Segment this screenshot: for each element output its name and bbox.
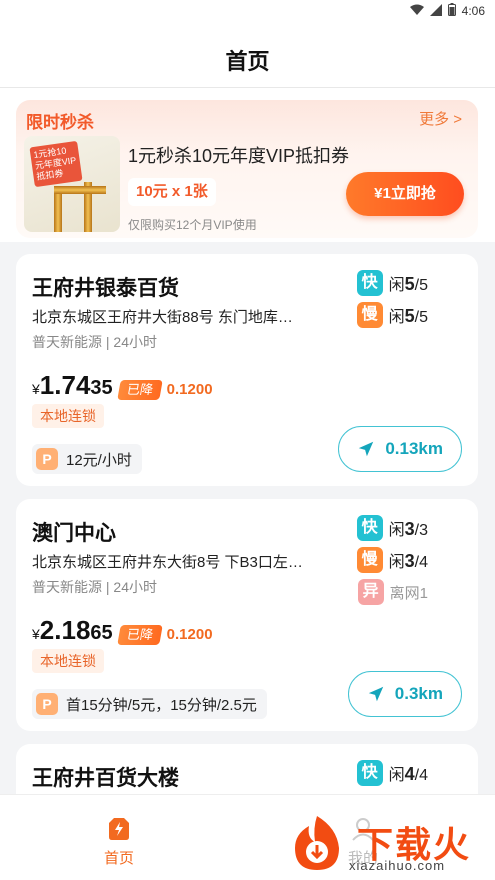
price-drop-badge: 已降 [116,625,163,645]
station-price: ¥ 1.74 35 已降 0.1200 [32,370,213,400]
chain-tag: 本地连锁 [32,404,104,428]
slow-charger-status: 慢 闲5/5 [356,302,428,328]
status-time: 4:06 [461,4,485,18]
station-card[interactable]: 澳门中心 北京东城区王府井东大街8号 下B3口左… 普天新能源 | 24小时 快… [16,499,478,731]
parking-icon: P [36,448,58,470]
parking-fee: P 12元/小时 [32,444,142,474]
station-price: ¥ 2.18 65 已降 0.1200 [32,615,213,645]
lightning-icon [105,815,133,843]
offline-badge: 异 [357,579,384,605]
station-address: 北京东城区王府井东大街8号 下B3口左… [32,554,303,571]
page-title: 首页 [225,49,270,74]
offline-charger-status: 异 离网1 [357,579,428,605]
navigate-button[interactable]: 0.3km [347,671,462,717]
fast-charger-status: 快 闲4/4 [356,760,428,786]
fast-badge: 快 [356,760,383,786]
fast-charger-status: 快 闲3/3 [356,515,428,541]
signal-icon [429,3,442,19]
slow-charger-status: 慢 闲3/4 [356,547,428,573]
parking-icon: P [36,693,58,715]
station-operator: 普天新能源 | 24小时 [32,334,157,350]
battery-icon [447,3,456,19]
coupon-image: 1元抢10元年度VIP抵扣券 [24,136,120,232]
price-drop-value: 0.1200 [166,626,213,643]
fast-badge: 快 [356,515,383,541]
flame-logo-icon [295,816,339,870]
slow-badge: 慢 [356,302,383,328]
more-link[interactable]: 更多 > [419,108,462,129]
coupon-note: 仅限购买12个月VIP使用 [128,218,257,232]
station-name: 王府井百货大楼 [32,767,179,790]
buy-now-button[interactable]: ¥1立即抢 [346,172,464,216]
station-card[interactable]: 王府井银泰百货 北京东城区王府井大街88号 东门地库… 普天新能源 | 24小时… [16,254,478,486]
navigate-button[interactable]: 0.13km [338,426,462,472]
navigation-arrow-icon [359,441,374,457]
app-header: 首页 [0,22,495,88]
fast-charger-status: 快 闲5/5 [356,270,428,296]
status-bar: 4:06 [0,0,495,22]
coupon-thumb-text: 1元抢10元年度VIP抵扣券 [29,140,83,188]
parking-fee: P 首15分钟/5元，15分钟/2.5元 [32,689,267,719]
flash-sale-label: 限时秒杀 [26,113,94,132]
chain-tag: 本地连锁 [32,649,104,673]
watermark-logo: 下载火 xiazaihuo.com [287,812,487,878]
slow-badge: 慢 [356,547,383,573]
tab-home-label: 首页 [104,850,135,867]
station-name: 王府井银泰百货 [32,277,179,300]
watermark-url: xiazaihuo.com [349,858,446,873]
wifi-icon [409,4,424,19]
navigation-arrow-icon [368,686,383,702]
flash-sale-card[interactable]: 限时秒杀 更多 > 1元抢10元年度VIP抵扣券 1元秒杀10元年度VIP抵扣券… [16,100,478,238]
price-drop-value: 0.1200 [166,381,213,398]
flash-sale-section: 限时秒杀 更多 > 1元抢10元年度VIP抵扣券 1元秒杀10元年度VIP抵扣券… [0,88,495,242]
price-drop-badge: 已降 [116,380,163,400]
station-address: 北京东城区王府井大街88号 东门地库… [32,309,293,326]
coupon-price-tag: 10元 x 1张 [128,178,216,206]
coupon-title: 1元秒杀10元年度VIP抵扣券 [128,146,350,166]
station-operator: 普天新能源 | 24小时 [32,579,157,595]
station-name: 澳门中心 [32,522,116,545]
tab-home[interactable]: 首页 [104,815,134,868]
fast-badge: 快 [356,270,383,296]
